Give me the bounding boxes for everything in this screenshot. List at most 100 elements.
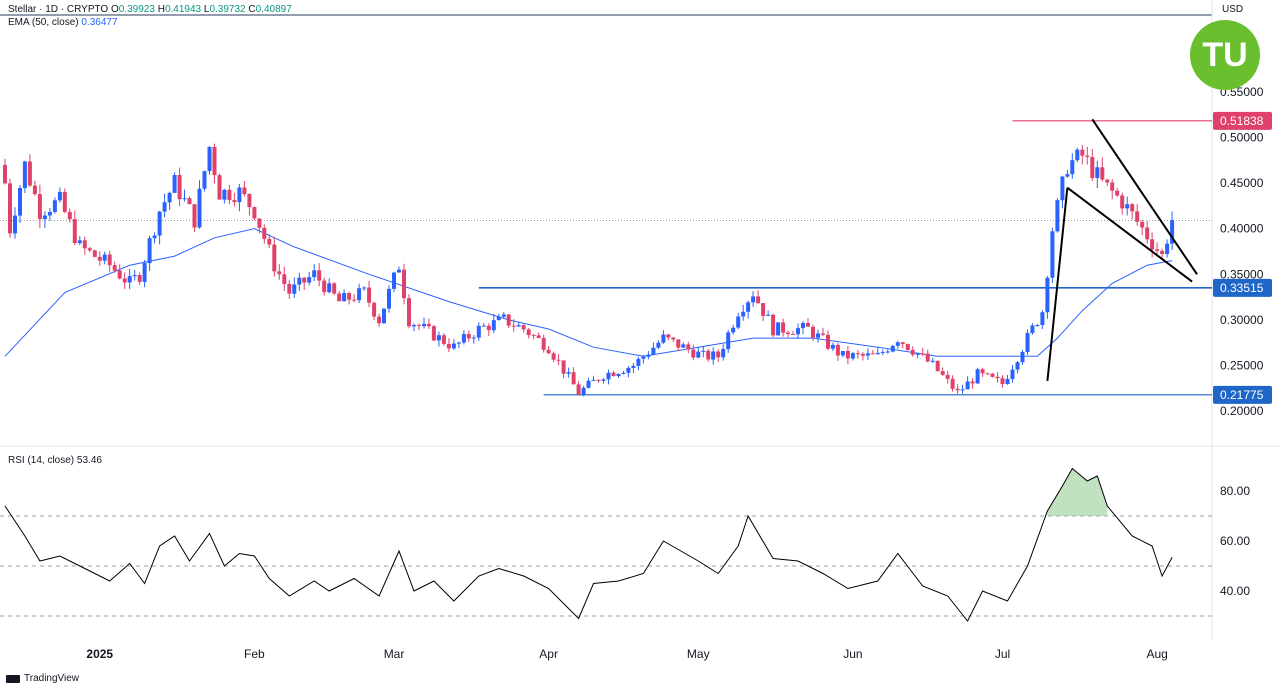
candle-body	[481, 325, 486, 327]
candle-body	[182, 198, 187, 200]
candle-body	[152, 235, 157, 239]
candle	[212, 143, 217, 184]
candle	[626, 366, 631, 378]
candle	[282, 266, 287, 291]
horizontal-levels	[0, 120, 1212, 396]
candle-body	[197, 188, 202, 228]
candle	[746, 300, 751, 319]
candle-body	[187, 198, 192, 205]
candle-body	[726, 332, 731, 350]
candle-body	[551, 353, 556, 360]
candle	[1015, 361, 1020, 374]
candle-body	[422, 323, 426, 327]
candle-body	[960, 389, 965, 391]
rsi-legend[interactable]: RSI (14, close) 53.46	[8, 455, 102, 466]
tradingview-logo-icon	[6, 674, 20, 683]
candle-body	[1095, 167, 1100, 178]
candle-body	[67, 211, 72, 220]
candle	[890, 344, 895, 353]
candle	[865, 348, 870, 360]
candle-body	[766, 314, 771, 316]
ema-line	[4, 228, 1173, 357]
candle	[696, 347, 701, 359]
candle	[661, 330, 666, 344]
candle	[471, 335, 476, 344]
candle-body	[980, 369, 985, 374]
candle-body	[13, 215, 17, 234]
candle	[940, 367, 945, 376]
candle-body	[501, 314, 506, 317]
candle-body	[1160, 250, 1165, 254]
candle	[451, 339, 456, 351]
candle	[656, 340, 661, 350]
candle-body	[746, 302, 751, 312]
candle-body	[696, 351, 701, 358]
candle-body	[1090, 157, 1095, 178]
candle	[681, 342, 686, 348]
ohlc-high-label: H	[157, 4, 165, 15]
tradingview-brand[interactable]: TradingView	[6, 673, 79, 684]
candle-body	[342, 293, 347, 302]
candle	[621, 371, 626, 375]
candle-body	[1155, 249, 1160, 251]
candle	[247, 193, 252, 216]
candle-body	[860, 353, 865, 356]
symbol-legend: Stellar · 1D · CRYPTO O0.39923 H0.41943 …	[8, 4, 292, 15]
candle-body	[885, 351, 890, 353]
candle	[152, 232, 157, 244]
candle-body	[930, 360, 935, 362]
candle	[412, 323, 416, 332]
candle	[686, 341, 691, 353]
candle-body	[322, 280, 327, 293]
candle	[172, 172, 177, 194]
candle-body	[292, 284, 297, 294]
candle	[237, 184, 242, 212]
candle	[556, 354, 561, 366]
price-axis[interactable]: 0.550000.500000.450000.400000.350000.300…	[1213, 85, 1272, 598]
candle-body	[441, 335, 446, 344]
candle-body	[72, 219, 77, 243]
candle	[860, 352, 865, 361]
candle	[357, 283, 362, 303]
candle-body	[516, 325, 521, 327]
candle-body	[656, 342, 661, 348]
candle	[332, 282, 337, 295]
date-axis[interactable]: 2025 Feb Mar Apr May Jun Jul Aug	[86, 647, 1167, 661]
ema-legend[interactable]: EMA (50, close) 0.36477	[8, 17, 118, 28]
candle-body	[606, 372, 611, 380]
candle	[596, 379, 601, 383]
ohlc-low: 0.39732	[209, 4, 246, 15]
candle-body	[781, 322, 786, 333]
candle	[1100, 157, 1105, 182]
candle-body	[905, 344, 910, 350]
date-tick-label: May	[687, 647, 710, 661]
candle	[137, 272, 142, 285]
candle	[786, 330, 790, 338]
candle-body	[1165, 243, 1170, 254]
candle	[955, 384, 960, 394]
candle-body	[1150, 239, 1155, 250]
candle	[232, 192, 237, 207]
candle-body	[461, 334, 466, 343]
candle-body	[112, 265, 117, 271]
candle-body	[242, 187, 247, 195]
candle	[307, 271, 312, 286]
candle-body	[327, 283, 332, 293]
candle-body	[865, 353, 870, 356]
candle-body	[82, 240, 87, 249]
candle	[1115, 187, 1120, 197]
candle	[1050, 227, 1055, 283]
candle-body	[167, 192, 172, 203]
candle	[960, 384, 965, 394]
candle	[781, 318, 786, 337]
candle	[312, 264, 317, 281]
candle-body	[402, 269, 406, 299]
candle-body	[117, 270, 122, 279]
rsi-tick-label: 80.00	[1220, 484, 1250, 498]
chart-canvas[interactable]: 0.550000.500000.450000.400000.350000.300…	[0, 0, 1280, 691]
candle-body	[915, 353, 920, 355]
candle	[82, 236, 87, 255]
candle-body	[706, 350, 711, 360]
candle	[840, 351, 845, 358]
candle-body	[855, 353, 860, 355]
